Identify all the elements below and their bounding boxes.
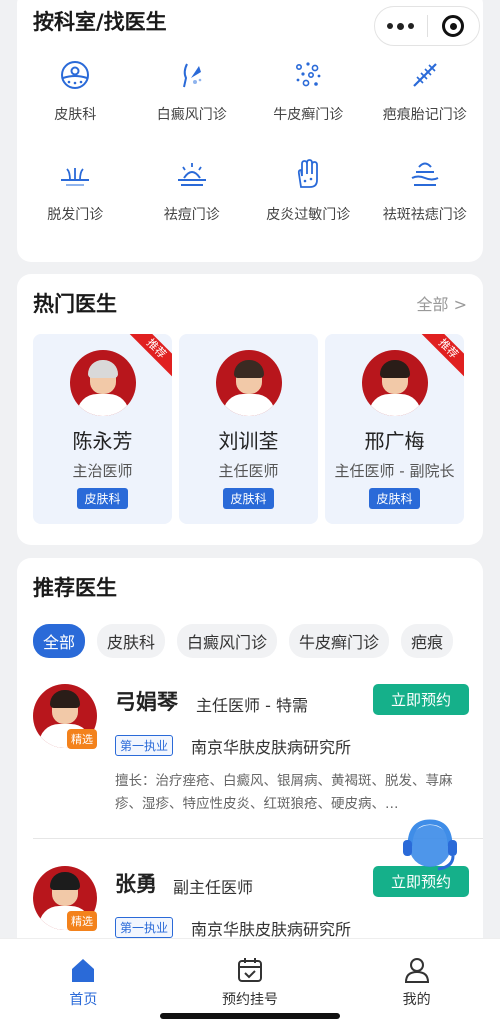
- close-mini-program-icon[interactable]: [427, 15, 479, 37]
- calendar-check-icon: [238, 958, 262, 982]
- doctor-expertise: 擅长：治疗痤疮、白癜风、银屑病、黄褐斑、脱发、荨麻疹、湿疹、特应性皮炎、红斑狼疮…: [115, 773, 453, 812]
- doctor-dept-badge: 皮肤科: [369, 488, 420, 509]
- home-indicator: [160, 1013, 340, 1019]
- chip-all[interactable]: 全部: [33, 624, 86, 658]
- dept-item-spot-removal[interactable]: 祛斑祛痣门诊: [367, 158, 484, 230]
- department-grid: 皮肤科 白癜风门诊 牛皮癣门诊 疤痕胎记门诊 脱发门诊 祛痘门诊 皮炎过敏门诊: [17, 58, 483, 230]
- doctor-name: 邢广梅: [364, 429, 425, 453]
- chip-skin[interactable]: 皮肤科: [97, 624, 166, 658]
- dept-label: 祛痘门诊: [163, 207, 220, 223]
- featured-badge: 精选: [67, 729, 97, 749]
- psoriasis-icon: [296, 62, 321, 87]
- doctor-name: 陈永芳: [72, 429, 133, 453]
- skin-icon: [61, 61, 90, 89]
- hot-doctor-list: 推荐 陈永芳 主治医师 皮肤科 刘训荃 主任医师 皮肤科 推荐 邢广梅 主任医师…: [33, 334, 464, 524]
- dept-label: 白癜风门诊: [156, 107, 227, 123]
- doctor-title: 主治医师: [72, 462, 133, 480]
- customer-service-button[interactable]: [398, 812, 462, 876]
- doctor-list-item[interactable]: 精选 弓娟琴 主任医师 - 特需 立即预约 第一执业 南京华肤皮肤病研究所 擅长…: [33, 684, 469, 824]
- dept-label: 牛皮癣门诊: [273, 107, 344, 123]
- section-title: 热门医生: [33, 292, 117, 316]
- dept-item-hair-loss[interactable]: 脱发门诊: [17, 158, 134, 230]
- dept-item-acne[interactable]: 祛痘门诊: [134, 158, 251, 230]
- more-options-icon[interactable]: [375, 22, 427, 30]
- chip-psoriasis[interactable]: 牛皮癣门诊: [289, 624, 390, 658]
- headset-icon: [403, 819, 457, 871]
- mini-program-capsule: [374, 6, 480, 46]
- vitiligo-icon: [182, 63, 202, 88]
- tab-label: 首页: [69, 992, 98, 1008]
- doctor-list-item[interactable]: 精选 张勇 副主任医师 立即预约 第一执业 南京华肤皮肤病研究所: [33, 866, 469, 946]
- chip-scar[interactable]: 疤痕: [401, 624, 454, 658]
- scar-icon: [412, 63, 437, 87]
- hospital-name: 南京华肤皮肤病研究所: [191, 738, 352, 757]
- practice-tag: 第一执业: [115, 735, 174, 756]
- doctor-avatar: [215, 350, 282, 416]
- dept-item-scar[interactable]: 疤痕胎记门诊: [367, 58, 484, 130]
- home-icon: [72, 959, 95, 982]
- tab-profile[interactable]: 我的: [333, 939, 500, 1031]
- tab-label: 我的: [402, 992, 431, 1008]
- user-icon: [404, 958, 429, 983]
- spot-removal-icon: [411, 162, 439, 186]
- dept-label: 脱发门诊: [47, 207, 104, 223]
- doctor-dept-badge: 皮肤科: [223, 488, 274, 509]
- section-title: 按科室/找医生: [33, 10, 167, 34]
- doctor-name: 弓娟琴: [115, 690, 178, 714]
- dept-item-psoriasis[interactable]: 牛皮癣门诊: [250, 58, 367, 130]
- dept-label: 疤痕胎记门诊: [382, 107, 467, 123]
- dept-label: 祛斑祛痣门诊: [382, 207, 467, 223]
- featured-badge: 精选: [67, 911, 97, 931]
- doctor-avatar: [69, 350, 136, 416]
- allergy-icon: [298, 159, 319, 188]
- dept-item-vitiligo[interactable]: 白癜风门诊: [134, 58, 251, 130]
- acne-icon: [177, 163, 206, 186]
- section-title: 推荐医生: [33, 576, 117, 600]
- dept-label: 皮肤科: [54, 107, 97, 123]
- doctor-title: 副主任医师: [173, 878, 254, 897]
- hot-doctor-card[interactable]: 刘训荃 主任医师 皮肤科: [179, 334, 318, 524]
- doctor-title: 主任医师 - 副院长: [334, 462, 455, 480]
- dept-label: 皮炎过敏门诊: [266, 207, 351, 223]
- hospital-name: 南京华肤皮肤病研究所: [191, 920, 352, 939]
- book-now-button[interactable]: 立即预约: [372, 684, 469, 715]
- tab-home[interactable]: 首页: [0, 939, 167, 1031]
- doctor-name: 张勇: [115, 872, 157, 896]
- department-section: 按科室/找医生 皮肤科 白癜风门诊 牛皮癣门诊 疤痕胎记门诊 脱发门诊 祛痘门诊: [17, 0, 483, 262]
- hot-doctor-card[interactable]: 推荐 邢广梅 主任医师 - 副院长 皮肤科: [325, 334, 464, 524]
- doctor-avatar: [361, 350, 428, 416]
- doctor-dept-badge: 皮肤科: [77, 488, 128, 509]
- tab-label: 预约挂号: [222, 992, 278, 1008]
- doctor-title: 主任医师 - 特需: [196, 696, 308, 715]
- filter-chips: 全部 皮肤科 白癜风门诊 牛皮癣门诊 疤痕: [33, 624, 483, 658]
- practice-tag: 第一执业: [115, 917, 174, 938]
- hot-doctors-section: 热门医生 全部 > 推荐 陈永芳 主治医师 皮肤科 刘训荃 主任医师 皮肤科 推…: [17, 274, 483, 545]
- hair-loss-icon: [61, 168, 90, 186]
- dept-item-skin[interactable]: 皮肤科: [17, 58, 134, 130]
- hot-doctor-card[interactable]: 推荐 陈永芳 主治医师 皮肤科: [33, 334, 172, 524]
- doctor-title: 主任医师: [218, 462, 279, 480]
- dept-item-allergy[interactable]: 皮炎过敏门诊: [250, 158, 367, 230]
- view-all-link[interactable]: 全部 >: [417, 291, 468, 315]
- chip-vitiligo[interactable]: 白癜风门诊: [177, 624, 278, 658]
- doctor-name: 刘训荃: [218, 429, 279, 453]
